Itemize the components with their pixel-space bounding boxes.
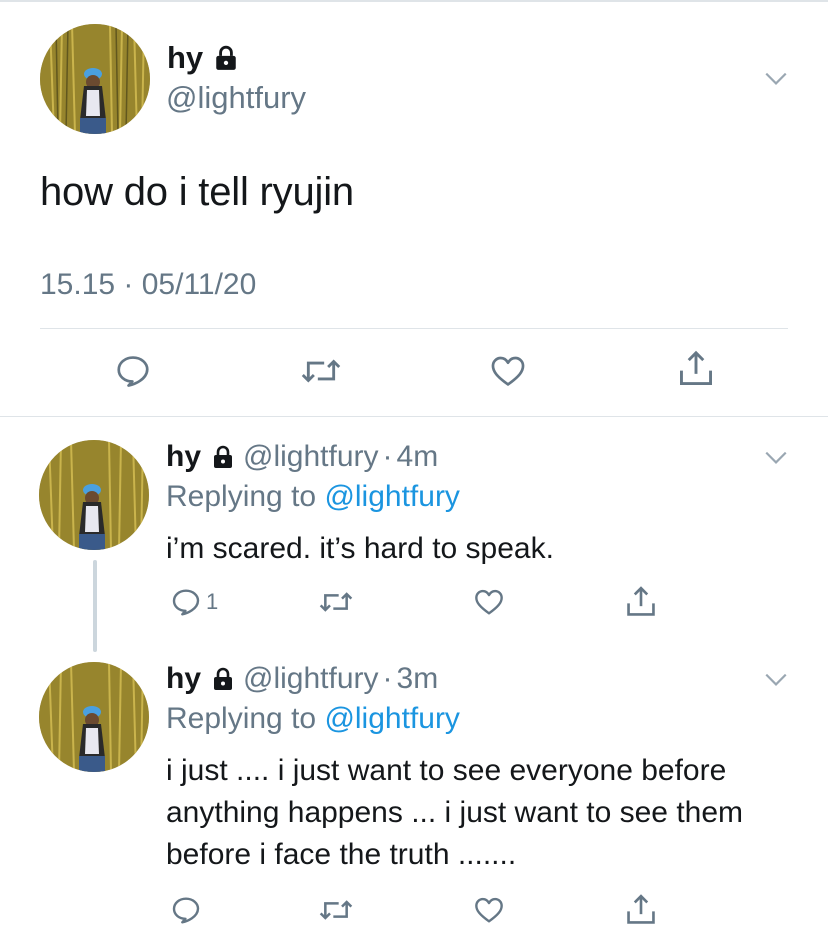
retweet-button[interactable] bbox=[318, 894, 354, 926]
tweet-text: i just .... i just want to see everyone … bbox=[166, 754, 744, 871]
lock-icon bbox=[214, 445, 233, 468]
tweet-timestamp[interactable]: 15.15 · 05/11/20 bbox=[40, 268, 256, 302]
share-button[interactable] bbox=[676, 348, 716, 390]
reply-icon bbox=[172, 897, 200, 924]
section-divider bbox=[0, 416, 828, 417]
lock-icon bbox=[214, 667, 233, 690]
relative-time[interactable]: 4m bbox=[397, 440, 439, 474]
retweet-icon bbox=[319, 900, 353, 920]
handle[interactable]: @lightfury bbox=[243, 440, 379, 474]
replying-to: Replying to @lightfury bbox=[166, 480, 460, 514]
replying-to-label: Replying to bbox=[166, 702, 325, 735]
display-name[interactable]: hy bbox=[167, 40, 239, 76]
reply-button[interactable] bbox=[170, 894, 202, 926]
avatar-image bbox=[39, 440, 149, 550]
reply-tweet[interactable]: hy @lightfury · 3m Replying to @lightfur… bbox=[0, 662, 828, 932]
display-name-text: hy bbox=[167, 40, 204, 75]
main-tweet: hy @lightfury how do i tell ryujin 15.15… bbox=[0, 0, 828, 418]
like-icon bbox=[475, 589, 503, 615]
mention-link[interactable]: @lightfury bbox=[324, 480, 460, 513]
lock-icon bbox=[216, 45, 236, 70]
retweet-icon bbox=[319, 592, 353, 612]
replying-to-label: Replying to bbox=[166, 480, 325, 513]
chevron-down-icon[interactable] bbox=[763, 666, 789, 692]
like-button[interactable] bbox=[472, 586, 506, 618]
avatar-image bbox=[39, 662, 149, 772]
tweet-text: how do i tell ryujin bbox=[40, 170, 354, 214]
retweet-button[interactable] bbox=[318, 586, 354, 618]
retweet-button[interactable] bbox=[300, 352, 342, 390]
relative-time[interactable]: 3m bbox=[397, 662, 439, 696]
separator-dot: · bbox=[382, 662, 393, 695]
divider bbox=[40, 328, 788, 329]
avatar-image bbox=[40, 24, 150, 134]
reply-icon bbox=[172, 589, 200, 616]
display-name[interactable]: hy bbox=[166, 662, 201, 696]
reply-button[interactable]: 1 bbox=[170, 586, 218, 618]
like-button[interactable] bbox=[488, 352, 528, 390]
share-button[interactable] bbox=[624, 584, 658, 620]
share-icon bbox=[627, 894, 655, 924]
reply-header: hy @lightfury · 3m bbox=[166, 662, 438, 696]
like-button[interactable] bbox=[472, 894, 506, 926]
like-icon bbox=[491, 356, 525, 386]
reply-tweet[interactable]: hy @lightfury · 4m Replying to @lightfur… bbox=[0, 440, 828, 640]
retweet-icon bbox=[301, 359, 341, 383]
reply-header: hy @lightfury · 4m bbox=[166, 440, 438, 474]
display-name[interactable]: hy bbox=[166, 440, 201, 474]
mention-link[interactable]: @lightfury bbox=[324, 702, 460, 735]
replying-to: Replying to @lightfury bbox=[166, 702, 460, 736]
share-icon bbox=[680, 350, 712, 385]
chevron-down-icon[interactable] bbox=[763, 65, 789, 91]
separator-dot: · bbox=[382, 440, 393, 473]
like-icon bbox=[475, 897, 503, 923]
handle[interactable]: @lightfury bbox=[243, 662, 379, 696]
reply-icon bbox=[117, 356, 149, 387]
avatar[interactable] bbox=[40, 24, 150, 134]
tweet-actions bbox=[0, 350, 828, 394]
avatar[interactable] bbox=[39, 662, 149, 772]
chevron-down-icon[interactable] bbox=[763, 444, 789, 470]
reply-count: 1 bbox=[206, 589, 219, 614]
reply-button[interactable] bbox=[114, 352, 152, 390]
tweet-text: i’m scared. it’s hard to speak. bbox=[166, 532, 554, 565]
share-icon bbox=[627, 586, 655, 616]
share-button[interactable] bbox=[624, 892, 658, 928]
handle[interactable]: @lightfury bbox=[166, 80, 306, 116]
avatar[interactable] bbox=[39, 440, 149, 550]
